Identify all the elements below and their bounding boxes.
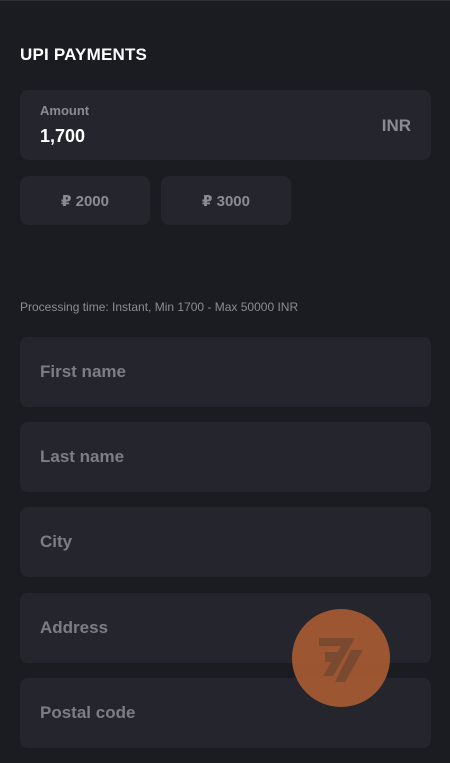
city-field[interactable] (20, 507, 431, 577)
amount-field[interactable]: Amount 1,700 INR (20, 90, 431, 160)
quick-amount-3000-button[interactable]: ₽ 3000 (161, 176, 291, 225)
page-title: UPI PAYMENTS (20, 45, 148, 64)
amount-currency: INR (381, 116, 411, 135)
logo-icon (319, 638, 363, 682)
city-container (20, 507, 431, 577)
upi-payment-page: UPI PAYMENTS Amount 1,700 INR ₽ 2000 ₽ 3… (0, 0, 450, 763)
last-name-container (20, 422, 431, 492)
top-divider (0, 0, 450, 1)
amount-label: Amount (40, 103, 90, 118)
last-name-field[interactable] (20, 422, 431, 492)
chat-fab-button[interactable] (292, 609, 390, 707)
quick-amount-2000-button[interactable]: ₽ 2000 (20, 176, 150, 225)
first-name-field[interactable] (20, 337, 431, 407)
first-name-container (20, 337, 431, 407)
processing-info: Processing time: Instant, Min 1700 - Max… (20, 300, 299, 314)
amount-value[interactable]: 1,700 (40, 126, 85, 147)
